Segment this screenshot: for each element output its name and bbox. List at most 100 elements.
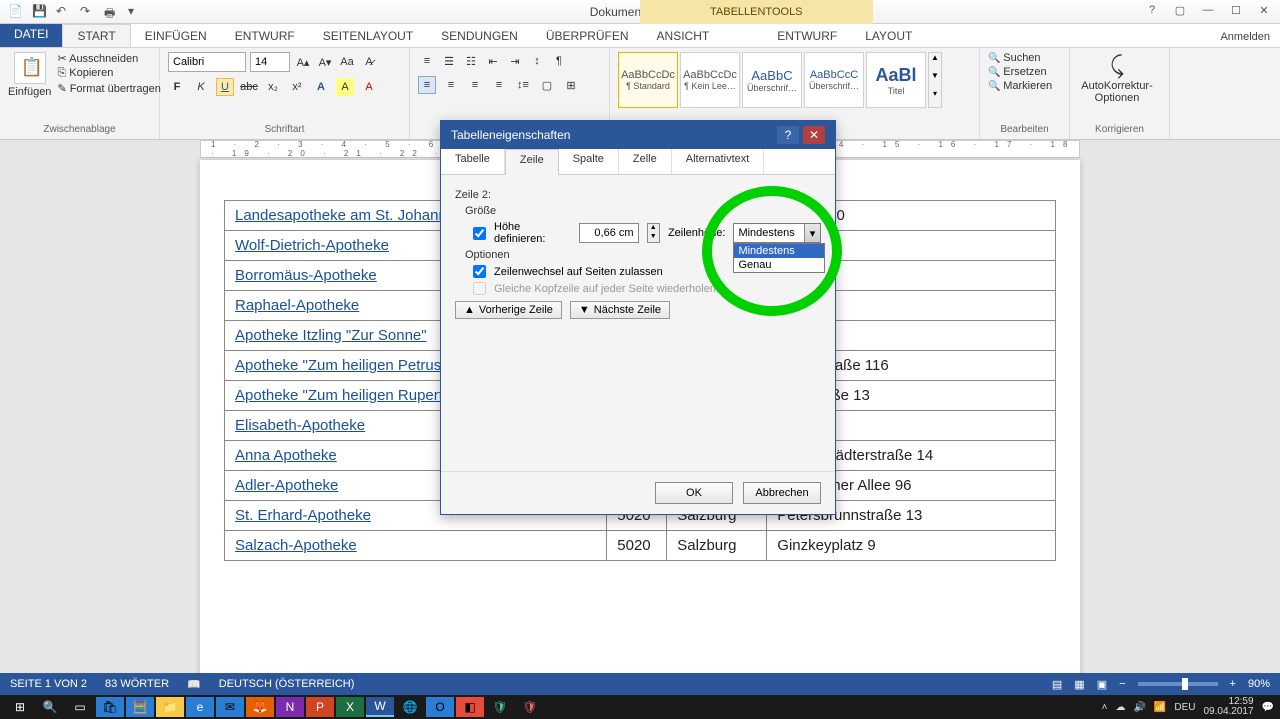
styles-more-icon[interactable]: ▾ xyxy=(929,89,941,107)
maximize-icon[interactable]: ☐ xyxy=(1224,0,1248,20)
mail-icon[interactable]: ✉ xyxy=(216,697,244,717)
cut-button[interactable]: ✂ Ausschneiden xyxy=(57,52,160,65)
status-page[interactable]: SEITE 1 VON 2 xyxy=(10,678,87,690)
prev-row-button[interactable]: ▲Vorherige Zeile xyxy=(455,301,562,319)
paste-button[interactable]: Einfügen xyxy=(8,52,51,98)
tab-table-layout[interactable]: LAYOUT xyxy=(851,25,926,47)
line-spacing-icon[interactable]: ↕≡ xyxy=(514,76,532,94)
store-icon[interactable]: 🛍 xyxy=(96,697,124,717)
search-icon[interactable]: 🔍 xyxy=(36,697,64,717)
underline-button[interactable]: U xyxy=(216,78,234,96)
qa-more-icon[interactable]: ▾ xyxy=(128,4,144,20)
table-cell[interactable]: Ginzkeyplatz 9 xyxy=(767,531,1056,561)
status-proofing-icon[interactable]: 📖 xyxy=(187,678,201,691)
format-painter-button[interactable]: ✎ Format übertragen xyxy=(57,82,160,95)
multilevel-icon[interactable]: ☷ xyxy=(462,52,480,70)
zoom-slider[interactable] xyxy=(1138,682,1218,686)
bold-button[interactable]: F xyxy=(168,78,186,96)
view-read-icon[interactable]: ▤ xyxy=(1052,678,1062,691)
option-genau[interactable]: Genau xyxy=(734,258,824,272)
style-ueberschrift2[interactable]: AaBbCcCÜberschrif… xyxy=(804,52,864,108)
dialog-close-icon[interactable]: ✕ xyxy=(803,126,825,144)
specify-height-checkbox[interactable] xyxy=(473,227,486,240)
cancel-button[interactable]: Abbrechen xyxy=(743,482,821,504)
login-link[interactable]: Anmelden xyxy=(1210,27,1280,47)
copy-button[interactable]: ⎘ Kopieren xyxy=(57,67,160,80)
align-left-icon[interactable]: ≡ xyxy=(418,76,436,94)
save-icon[interactable]: 💾 xyxy=(32,4,48,20)
minimize-icon[interactable]: — xyxy=(1196,0,1220,20)
dtab-alternativtext[interactable]: Alternativtext xyxy=(672,149,765,174)
style-kein-leerraum[interactable]: AaBbCcDc¶ Kein Lee… xyxy=(680,52,740,108)
height-spinner[interactable]: ▲▼ xyxy=(647,223,660,243)
autocorrect-button[interactable]: ⤹ AutoKorrektur-Optionen xyxy=(1078,52,1156,104)
show-marks-icon[interactable]: ¶ xyxy=(550,52,568,70)
chevron-down-icon[interactable]: ▾ xyxy=(804,224,820,242)
redo-icon[interactable]: ↷ xyxy=(80,4,96,20)
strike-button[interactable]: abc xyxy=(240,78,258,96)
close-icon[interactable]: ✕ xyxy=(1252,0,1276,20)
clear-format-icon[interactable]: A̷ xyxy=(360,53,378,71)
option-mindestens[interactable]: Mindestens xyxy=(734,244,824,258)
dtab-spalte[interactable]: Spalte xyxy=(559,149,619,174)
tab-start[interactable]: START xyxy=(62,24,130,47)
shield1-icon[interactable]: 🛡 xyxy=(486,697,514,717)
align-right-icon[interactable]: ≡ xyxy=(466,76,484,94)
powerpoint-icon[interactable]: P xyxy=(306,697,334,717)
zoom-in-icon[interactable]: + xyxy=(1230,678,1236,690)
font-name-input[interactable] xyxy=(168,52,246,72)
view-web-icon[interactable]: ▣ xyxy=(1097,678,1107,691)
help-icon[interactable]: ? xyxy=(1140,0,1164,20)
borders-icon[interactable]: ⊞ xyxy=(562,76,580,94)
tab-datei[interactable]: DATEI xyxy=(0,23,62,47)
outdent-icon[interactable]: ⇤ xyxy=(484,52,502,70)
text-effects-icon[interactable]: A xyxy=(312,78,330,96)
firefox-icon[interactable]: 🦊 xyxy=(246,697,274,717)
select-button[interactable]: Markieren xyxy=(988,80,1061,92)
table-cell[interactable]: Salzburg xyxy=(667,531,767,561)
shield2-icon[interactable]: 🛡 xyxy=(516,697,544,717)
dtab-zeile[interactable]: Zeile xyxy=(505,149,559,175)
font-size-input[interactable] xyxy=(250,52,290,72)
shrink-font-icon[interactable]: A▾ xyxy=(316,53,334,71)
excel-icon[interactable]: X xyxy=(336,697,364,717)
tab-sendungen[interactable]: SENDUNGEN xyxy=(427,25,532,47)
status-language[interactable]: DEUTSCH (ÖSTERREICH) xyxy=(219,678,355,690)
table-row[interactable]: Salzach-Apotheke5020SalzburgGinzkeyplatz… xyxy=(225,531,1056,561)
justify-icon[interactable]: ≡ xyxy=(490,76,508,94)
row-height-combo[interactable]: Mindestens ▾ Mindestens Genau xyxy=(733,223,821,243)
table-cell[interactable]: Salzach-Apotheke xyxy=(225,531,607,561)
sort-icon[interactable]: ↕ xyxy=(528,52,546,70)
height-input[interactable] xyxy=(579,223,639,243)
tray-onedrive-icon[interactable]: ☁ xyxy=(1115,702,1125,713)
app-icon[interactable]: ◧ xyxy=(456,697,484,717)
zoom-out-icon[interactable]: − xyxy=(1119,678,1125,690)
tab-ansicht[interactable]: ANSICHT xyxy=(643,25,724,47)
numbering-icon[interactable]: ☰ xyxy=(440,52,458,70)
replace-button[interactable]: Ersetzen xyxy=(988,66,1061,78)
indent-icon[interactable]: ⇥ xyxy=(506,52,524,70)
dtab-tabelle[interactable]: Tabelle xyxy=(441,149,505,174)
explorer-icon[interactable]: 📁 xyxy=(156,697,184,717)
view-print-icon[interactable]: ▦ xyxy=(1074,678,1084,691)
start-button[interactable]: ⊞ xyxy=(6,697,34,717)
tab-ueberpruefen[interactable]: ÜBERPRÜFEN xyxy=(532,25,643,47)
tab-einfuegen[interactable]: EINFÜGEN xyxy=(131,25,221,47)
ok-button[interactable]: OK xyxy=(655,482,733,504)
allow-break-checkbox[interactable] xyxy=(473,265,486,278)
onenote-icon[interactable]: N xyxy=(276,697,304,717)
dtab-zelle[interactable]: Zelle xyxy=(619,149,672,174)
tray-date[interactable]: 09.04.2017 xyxy=(1203,706,1253,717)
superscript-button[interactable]: x² xyxy=(288,78,306,96)
dialog-help-icon[interactable]: ? xyxy=(777,126,799,144)
grow-font-icon[interactable]: A▴ xyxy=(294,53,312,71)
tray-lang[interactable]: DEU xyxy=(1174,702,1195,713)
table-cell[interactable]: 5020 xyxy=(607,531,667,561)
tab-table-entwurf[interactable]: ENTWURF xyxy=(763,25,851,47)
subscript-button[interactable]: x₂ xyxy=(264,78,282,96)
tray-network-icon[interactable]: 📶 xyxy=(1154,702,1166,713)
status-words[interactable]: 83 WÖRTER xyxy=(105,678,169,690)
find-button[interactable]: Suchen xyxy=(988,52,1061,64)
chrome-icon[interactable]: 🌐 xyxy=(396,697,424,717)
undo-icon[interactable]: ↶ xyxy=(56,4,72,20)
